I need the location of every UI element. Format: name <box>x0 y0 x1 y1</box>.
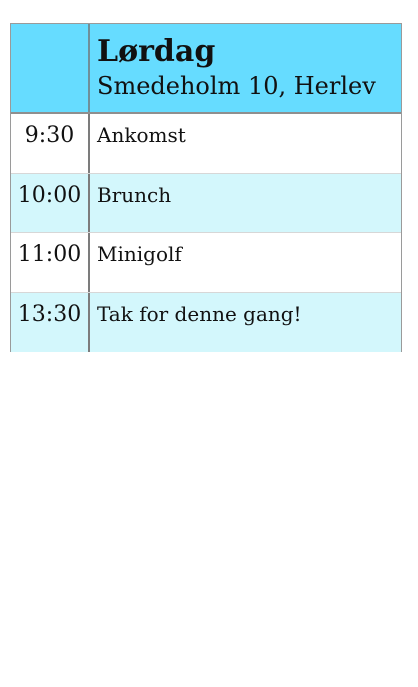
row-activity: Minigolf <box>97 242 182 266</box>
row-time: 13:30 <box>11 292 90 352</box>
schedule-header: Lørdag Smedeholm 10, Herlev <box>11 24 401 114</box>
row-time: 9:30 <box>11 114 90 173</box>
header-title-cell: Lørdag Smedeholm 10, Herlev <box>90 24 401 112</box>
schedule-row: 10:00 Brunch <box>11 173 401 233</box>
row-time: 11:00 <box>11 233 90 292</box>
row-activity: Brunch <box>97 182 172 207</box>
schedule-row: 13:30 Tak for denne gang! <box>11 292 401 352</box>
address-subtitle: Smedeholm 10, Herlev <box>97 72 376 100</box>
schedule-row: 11:00 Minigolf <box>11 233 401 293</box>
row-activity: Ankomst <box>97 123 186 147</box>
row-time: 10:00 <box>11 173 90 232</box>
schedule-table: Lørdag Smedeholm 10, Herlev 9:30 Ankomst… <box>10 23 402 352</box>
row-activity: Tak for denne gang! <box>97 301 302 326</box>
schedule-row: 9:30 Ankomst <box>11 114 401 174</box>
header-time-cell <box>11 24 90 112</box>
day-title: Lørdag <box>97 34 216 69</box>
